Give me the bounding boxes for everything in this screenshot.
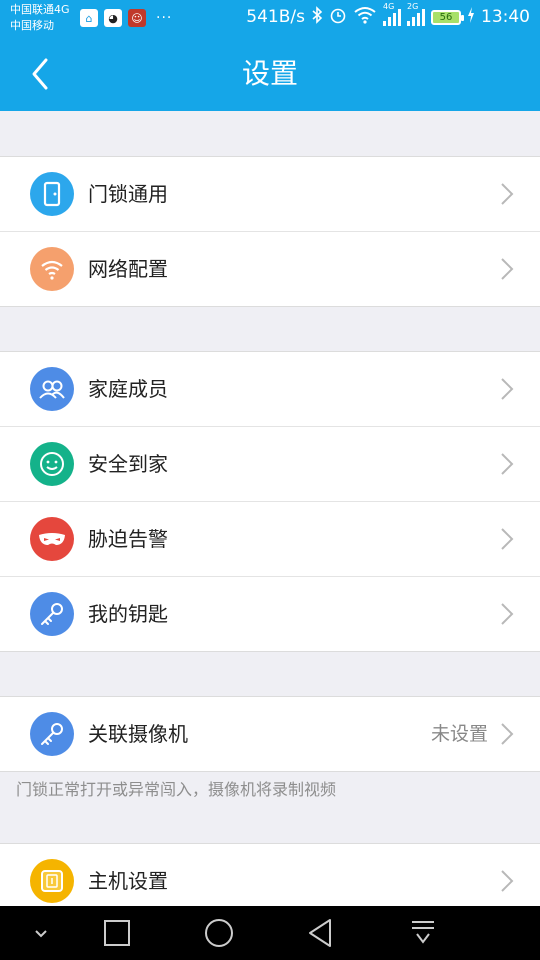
host-icon (30, 859, 74, 903)
status-bar: 中国联通4G 中国移动 ⌂ ◕ ☺ ··· 541B/s 4G 2G 56 13… (0, 0, 540, 36)
settings-group-general: 门锁通用 网络配置 (0, 156, 540, 307)
chevron-right-icon (501, 603, 514, 625)
row-label: 家庭成员 (88, 377, 168, 401)
bluetooth-icon (311, 6, 323, 28)
settings-group-members: 家庭成员 安全到家 胁迫告警 我的钥匙 (0, 351, 540, 652)
page-title: 设置 (241, 57, 298, 90)
signal-icon: 2G (407, 2, 425, 26)
smile-icon (30, 442, 74, 486)
row-label: 我的钥匙 (88, 602, 168, 626)
carrier-1: 中国联通4G (10, 3, 70, 16)
setting-row-lock-general[interactable]: 门锁通用 (0, 157, 540, 232)
system-navigation-bar (0, 906, 540, 960)
key-icon (30, 712, 74, 756)
setting-row-duress-alarm[interactable]: 胁迫告警 (0, 502, 540, 577)
battery-icon: 56 (431, 9, 464, 25)
network-type-4g: 4G (383, 2, 395, 11)
battery-level: 56 (439, 11, 453, 23)
status-right: 541B/s 4G 2G 56 13:40 (246, 2, 530, 28)
notification-pull-icon[interactable] (406, 916, 440, 950)
title-bar: 设置 (0, 36, 540, 111)
charging-icon (467, 7, 475, 27)
clock: 13:40 (481, 7, 530, 27)
signal-icon: 4G (383, 2, 401, 26)
setting-row-safe-home[interactable]: 安全到家 (0, 427, 540, 502)
camera-hint-text: 门锁正常打开或异常闯入，摄像机将录制视频 (16, 780, 337, 799)
carrier-info: 中国联通4G 中国移动 (10, 2, 70, 34)
settings-group-camera: 关联摄像机 未设置 (0, 696, 540, 772)
network-type-2g: 2G (407, 2, 419, 11)
notification-icons: ⌂ ◕ ☺ ··· (80, 9, 172, 27)
chevron-right-icon (501, 870, 514, 892)
home-icon[interactable] (202, 916, 236, 950)
wifi-icon (30, 247, 74, 291)
row-label: 关联摄像机 (88, 722, 188, 746)
chevron-right-icon (501, 723, 514, 745)
chevron-right-icon (501, 183, 514, 205)
back-icon[interactable] (304, 916, 338, 950)
setting-row-link-camera[interactable]: 关联摄像机 未设置 (0, 697, 540, 771)
row-value: 未设置 (430, 723, 488, 745)
row-label: 安全到家 (88, 452, 168, 476)
setting-row-my-keys[interactable]: 我的钥匙 (0, 577, 540, 651)
row-label: 网络配置 (88, 257, 168, 281)
people-icon (30, 367, 74, 411)
row-label: 胁迫告警 (88, 527, 168, 551)
row-label: 门锁通用 (88, 182, 168, 206)
key-icon (30, 592, 74, 636)
recents-icon[interactable] (100, 916, 134, 950)
chevron-right-icon (501, 453, 514, 475)
alarm-icon (329, 6, 347, 28)
chevron-right-icon (501, 528, 514, 550)
hide-icon[interactable] (24, 916, 58, 950)
wifi-icon (353, 6, 377, 28)
door-icon (30, 172, 74, 216)
carrier-2: 中国移动 (10, 19, 54, 32)
qq-icon: ◕ (104, 9, 122, 27)
chevron-right-icon (501, 378, 514, 400)
net-speed: 541B/s (246, 7, 305, 27)
overflow-icon: ··· (156, 10, 173, 26)
mask-icon (30, 517, 74, 561)
setting-row-family[interactable]: 家庭成员 (0, 352, 540, 427)
app-icon: ☺ (128, 9, 146, 27)
setting-row-network[interactable]: 网络配置 (0, 232, 540, 306)
home-app-icon: ⌂ (80, 9, 98, 27)
chevron-right-icon (501, 258, 514, 280)
